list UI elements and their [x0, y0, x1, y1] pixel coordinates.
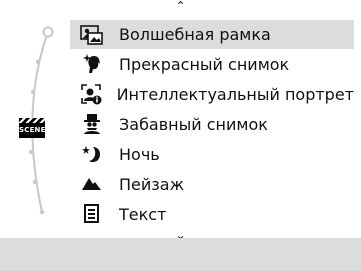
scene-item-beauty-shot[interactable]: Прекрасный снимок	[70, 49, 354, 79]
scene-mode-screen: ⌃ SCENE Волшебная рамка Прекрасный снимо…	[0, 0, 361, 271]
scene-item-label: Ночь	[119, 144, 160, 164]
scene-item-night[interactable]: Ночь	[70, 139, 354, 169]
scene-item-landscape[interactable]: Пейзаж	[70, 169, 354, 199]
scene-item-magic-frame[interactable]: Волшебная рамка	[70, 20, 354, 49]
scene-item-label: Волшебная рамка	[119, 25, 271, 44]
night-icon	[79, 143, 105, 165]
scene-item-funny-face[interactable]: Забавный снимок	[70, 109, 354, 139]
smart-portrait-icon	[79, 83, 103, 105]
scene-item-label: Прекрасный снимок	[119, 54, 290, 74]
dial-current-marker	[42, 26, 54, 38]
beauty-shot-icon	[79, 53, 105, 75]
scene-mode-badge: SCENE	[19, 118, 45, 138]
landscape-icon	[79, 173, 105, 195]
scene-item-label: Интеллектуальный портрет	[116, 84, 354, 104]
funny-face-icon	[79, 113, 105, 135]
scene-item-smart-portrait[interactable]: Интеллектуальный портрет	[70, 79, 354, 109]
magic-frame-icon	[79, 24, 105, 46]
text-icon	[79, 203, 105, 225]
scene-mode-list: Волшебная рамка Прекрасный снимок Интелл…	[70, 20, 354, 229]
bottom-info-bar	[0, 238, 361, 271]
scene-item-label: Текст	[119, 204, 167, 224]
scene-item-label: Пейзаж	[119, 174, 184, 194]
scene-item-label: Забавный снимок	[119, 114, 268, 134]
scene-item-text[interactable]: Текст	[70, 199, 354, 229]
scene-badge-label: SCENE	[19, 123, 45, 138]
